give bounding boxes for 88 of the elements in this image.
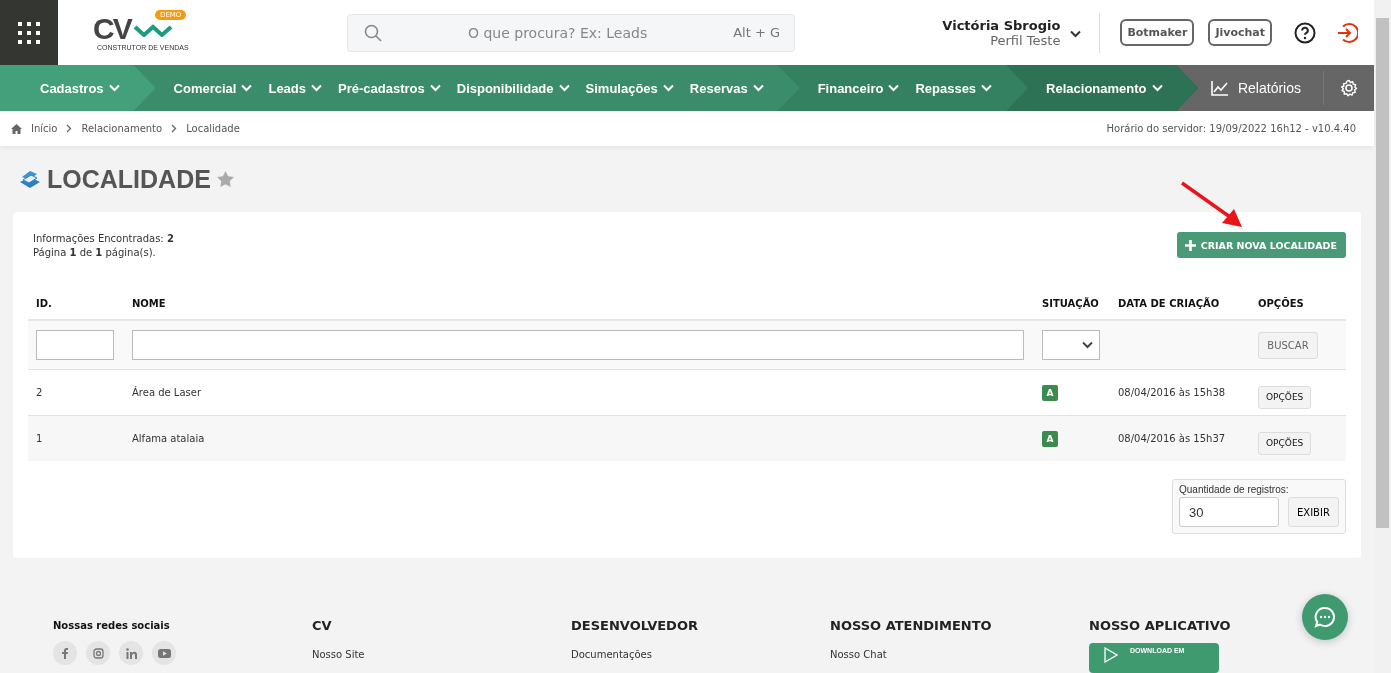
breadcrumb-item[interactable]: Relacionamento	[81, 123, 163, 134]
chevron-down-icon	[662, 84, 674, 92]
nav-menu-item[interactable]: Leads	[268, 80, 323, 96]
result-info: Página 1 de 1 página(s).	[33, 246, 157, 260]
table-cell-text: Alfama atalaia	[131, 433, 206, 444]
chevron-down-icon	[888, 84, 900, 92]
chat-icon[interactable]	[1314, 606, 1336, 628]
nav-menu-item[interactable]: Cadastros	[40, 80, 120, 96]
column-header: DATA DE CRIAÇÃO	[1117, 298, 1221, 309]
create-location-button[interactable]: CRIAR NOVA LOCALIDADE	[1176, 232, 1346, 258]
user-profile: Perfil Teste	[989, 32, 1061, 48]
table-cell-text: 1	[35, 433, 44, 444]
home-icon	[11, 123, 22, 134]
chevron-down-icon	[558, 84, 570, 92]
nav-menu-item[interactable]: Reservas	[689, 80, 764, 96]
user-menu-chevron-icon[interactable]	[1070, 30, 1082, 38]
show-button[interactable]: EXIBIR	[1288, 497, 1339, 527]
column-header: ID.	[35, 298, 53, 309]
options-button[interactable]: OPÇÕES	[1258, 385, 1312, 409]
footer-link[interactable]: Nosso Site	[312, 649, 571, 661]
id-filter-field[interactable]	[36, 330, 114, 360]
page-title: LOCALIDADE	[47, 164, 211, 194]
facebook-icon[interactable]	[53, 641, 77, 665]
stacked-pages-icon	[19, 168, 41, 190]
nav-menu-item[interactable]: Financeiro	[817, 80, 900, 96]
chevron-down-icon	[108, 84, 120, 92]
scrollbar-thumb[interactable]	[1376, 18, 1389, 528]
chevron-right-icon	[171, 124, 178, 133]
page-size-field[interactable]: 30	[1179, 497, 1279, 527]
nav-menu-item[interactable]: Relacionamento	[1046, 80, 1163, 96]
table-cell-text: Área de Laser	[131, 387, 203, 398]
chevron-down-icon	[1151, 84, 1163, 92]
footer-heading: DESENVOLVEDOR	[571, 618, 699, 633]
breadcrumb-item[interactable]: Início	[31, 123, 58, 134]
chevron-down-icon	[981, 84, 993, 92]
logout-icon[interactable]	[1336, 21, 1358, 44]
table-cell-text: 2	[35, 387, 44, 398]
apps-menu-button[interactable]	[0, 0, 58, 65]
table-cell-text: 08/04/2016 às 15h38	[1117, 387, 1227, 398]
search-icon	[364, 23, 382, 42]
chevron-down-icon	[429, 84, 441, 92]
chevron-down-icon	[311, 84, 323, 92]
chevron-down-icon	[752, 84, 764, 92]
header-button[interactable]: Botmaker	[1120, 19, 1195, 46]
help-icon[interactable]	[1294, 21, 1316, 44]
footer-link[interactable]: Nosso Chat	[830, 649, 1089, 661]
nav-menu-item[interactable]: Repasses	[915, 80, 993, 96]
table-cell-text: 08/04/2016 às 15h37	[1117, 433, 1227, 444]
server-time: Horário do servidor: 19/09/2022 16h12 - v10.4.40	[1106, 123, 1356, 134]
chevron-down-icon	[241, 84, 253, 92]
page-size-label: Quantidade de registros:	[1179, 484, 1290, 495]
nav-menu-item[interactable]: Disponibilidade	[456, 80, 570, 96]
search-field[interactable]: O que procura? Ex: Leads Alt + G	[347, 13, 795, 52]
keyboard-shortcut: Alt + G	[733, 25, 780, 40]
options-button[interactable]: OPÇÕES	[1258, 431, 1312, 455]
column-header: NOME	[131, 298, 167, 309]
footer-heading: NOSSO ATENDIMENTO	[830, 618, 993, 633]
header-button[interactable]: Jivochat	[1208, 19, 1272, 46]
result-info: Informações Encontradas: 2	[33, 232, 174, 246]
social-title: Nossas redes sociais	[53, 620, 171, 631]
search-button[interactable]: BUSCAR	[1258, 331, 1318, 359]
status-badge: A	[1042, 430, 1058, 447]
chevron-right-icon	[66, 124, 73, 133]
youtube-icon[interactable]	[152, 641, 176, 665]
breadcrumb-item: Localidade	[186, 123, 240, 134]
reports-link[interactable]: Relatórios	[1210, 65, 1323, 111]
nav-menu-item[interactable]: Comercial	[173, 80, 253, 96]
chevron-down-icon	[1082, 341, 1093, 349]
plus-icon	[1184, 239, 1196, 251]
nav-menu-item[interactable]: Simulações	[585, 80, 674, 96]
user-name: Victória Sbrogio	[942, 17, 1061, 33]
linkedin-icon[interactable]	[119, 641, 143, 665]
footer-heading: CV	[312, 618, 333, 633]
settings-icon[interactable]	[1340, 79, 1358, 97]
line-chart-icon	[1210, 80, 1229, 96]
favorite-star-icon[interactable]	[216, 171, 234, 187]
instagram-icon[interactable]	[86, 641, 110, 665]
play-store-icon	[1104, 647, 1118, 663]
column-header: OPÇÕES	[1257, 298, 1305, 309]
search-placeholder: O que procura? Ex: Leads	[466, 24, 649, 41]
status-badge: A	[1042, 384, 1058, 401]
logo-text: CV	[93, 14, 131, 44]
footer-heading: NOSSO APLICATIVO	[1089, 618, 1232, 633]
grid-icon	[17, 20, 41, 45]
nav-menu-item[interactable]: Pré-cadastros	[338, 80, 441, 96]
column-header: SITUAÇÃO	[1041, 298, 1100, 309]
name-filter-field[interactable]	[132, 330, 1024, 360]
footer-link[interactable]: Documentações	[571, 649, 830, 661]
